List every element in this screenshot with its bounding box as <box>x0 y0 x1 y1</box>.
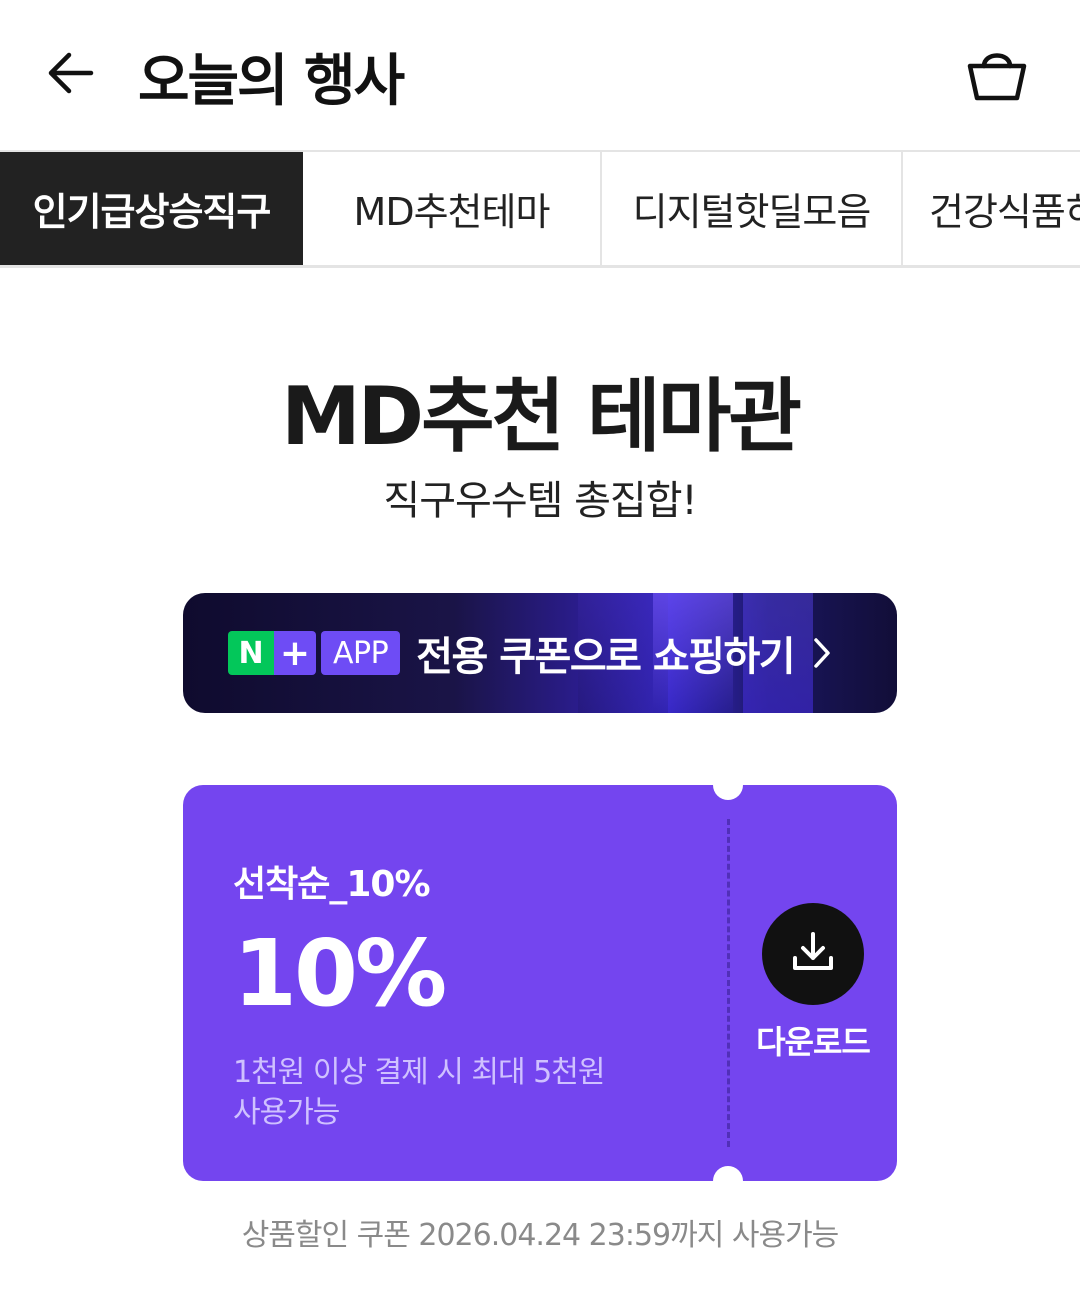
coupon-divider <box>727 819 730 1147</box>
banner-text: 전용 쿠폰으로 쇼핑하기 <box>416 634 795 680</box>
coupon-condition-line: 1천원 이상 결제 시 최대 5천원 <box>233 1055 605 1090</box>
app-badge: APP <box>321 631 401 675</box>
app-coupon-banner[interactable]: N + APP 전용 쿠폰으로 쇼핑하기 <box>183 593 897 713</box>
coupon-condition: 1천원 이상 결제 시 최대 5천원 사용가능 <box>233 1053 653 1133</box>
coupon-condition-line: 사용가능 <box>233 1095 340 1130</box>
coupon-notch <box>713 1166 743 1196</box>
coupon-notch <box>713 770 743 800</box>
tab-health-food[interactable]: 건강식품히 <box>903 152 1080 265</box>
banner-content: N + APP 전용 쿠폰으로 쇼핑하기 <box>228 630 832 680</box>
cart-button[interactable] <box>958 36 1036 114</box>
tab-digital-hotdeal[interactable]: 디지털핫딜모음 <box>602 152 903 265</box>
naver-n-badge: N <box>228 631 274 675</box>
download-label[interactable]: 다운로드 <box>733 1017 893 1063</box>
arrow-left-icon <box>43 45 99 105</box>
coupon-validity-note: 상품할인 쿠폰 2026.04.24 23:59까지 사용가능 <box>241 1218 840 1253</box>
top-header: 오늘의 행사 <box>0 0 1080 150</box>
coupon-name: 선착순_10% <box>233 864 431 905</box>
hero-subtitle: 직구우수템 총집합! <box>383 478 697 524</box>
plus-badge: + <box>274 631 316 675</box>
coupon-card: 선착순_10% 10% 1천원 이상 결제 시 최대 5천원 사용가능 다운로드 <box>183 770 897 1196</box>
hero-title: MD추천 테마관 <box>281 370 802 463</box>
chevron-right-icon <box>812 636 832 670</box>
category-tabs: 인기급상승직구 MD추천테마 디지털핫딜모음 건강식품히 <box>0 150 1080 268</box>
tab-md-recommended[interactable]: MD추천테마 <box>303 152 602 265</box>
download-button[interactable] <box>762 903 864 1005</box>
download-icon <box>789 928 837 980</box>
tab-popular-rising[interactable]: 인기급상승직구 <box>0 152 303 265</box>
back-button[interactable] <box>36 40 106 110</box>
page-title: 오늘의 행사 <box>138 49 405 114</box>
coupon-discount-amount: 10% <box>233 920 447 1027</box>
shopping-bag-icon <box>964 40 1030 110</box>
app-screen: 오늘의 행사 인기급상승직구 MD추천테마 디지털핫딜모음 건강식품히 MD추천… <box>0 0 1080 1301</box>
